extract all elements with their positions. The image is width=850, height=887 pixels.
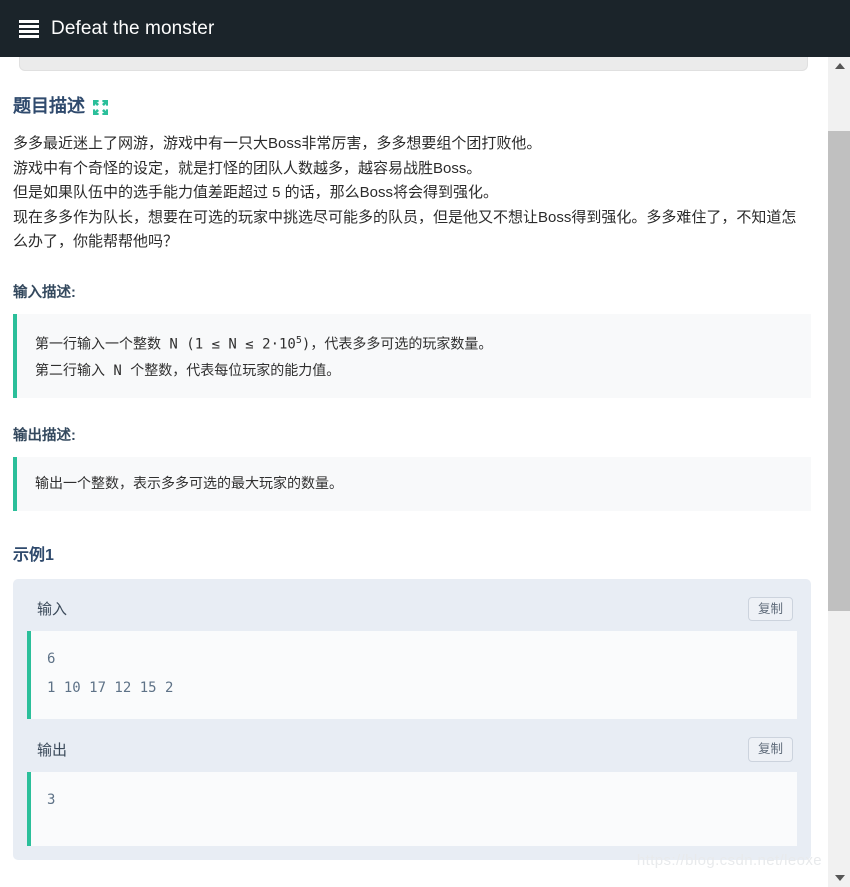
example-output-code-block: 3 <box>27 771 797 846</box>
example-divider <box>27 719 797 731</box>
vertical-scrollbar[interactable] <box>827 57 850 887</box>
input-description-line-2: 第二行输入 N 个整数，代表每位玩家的能力值。 <box>35 362 341 379</box>
example-input-label: 输入 <box>37 601 68 619</box>
input-desc-prefix: 第一行输入一个整数 N (1 ≤ N ≤ 2·10 <box>35 336 296 353</box>
example-input-row: 输入 复制 <box>27 591 797 632</box>
description-line: 游戏中有个奇怪的设定，就是打怪的团队人数越多，越容易战胜Boss。 <box>13 159 482 177</box>
example-input-code: 6 1 10 17 12 15 2 <box>47 651 174 697</box>
chevron-down-icon <box>834 875 845 881</box>
description-line: 多多最近迷上了网游，游戏中有一只大Boss非常厉害，多多想要组个团打败他。 <box>13 135 542 153</box>
previous-card-sliver <box>19 57 808 71</box>
description-line: 现在多多作为队长，想要在可选的玩家中挑选尽可能多的队员，但是他又不想让Boss得… <box>13 208 797 251</box>
app-header: Defeat the monster <box>0 0 850 57</box>
scroll-region: 题目描述 多多最近迷上了网游，游戏中有一只大Boss非常厉害，多多想要组个团打败… <box>0 57 850 887</box>
output-description-heading: 输出描述: <box>13 427 76 444</box>
input-description-box: 第一行输入一个整数 N (1 ≤ N ≤ 2·105)，代表多多可选的玩家数量。… <box>13 313 811 398</box>
description-heading: 题目描述 <box>13 95 811 118</box>
chevron-up-icon <box>834 63 845 69</box>
scroll-up-button[interactable] <box>828 57 850 75</box>
example-output-label: 输出 <box>37 741 68 759</box>
copy-output-button[interactable]: 复制 <box>747 737 793 762</box>
input-description-heading: 输入描述: <box>13 284 76 301</box>
problem-statement-page: Defeat the monster 题目描述 多多最近迷上了网游，游戏中有一只… <box>0 0 850 887</box>
problem-content: 题目描述 多多最近迷上了网游，游戏中有一只大Boss非常厉害，多多想要组个团打败… <box>0 57 827 887</box>
output-description-text: 输出一个整数，表示多多可选的最大玩家的数量。 <box>35 475 343 492</box>
output-description-box: 输出一个整数，表示多多可选的最大玩家的数量。 <box>13 456 811 511</box>
description-body: 多多最近迷上了网游，游戏中有一只大Boss非常厉害，多多想要组个团打败他。 游戏… <box>13 132 811 255</box>
scroll-down-button[interactable] <box>828 869 850 887</box>
input-desc-suffix: )，代表多多可选的玩家数量。 <box>301 336 493 353</box>
example-card: 输入 复制 6 1 10 17 12 15 2 输出 复制 3 <box>13 578 811 860</box>
description-heading-label: 题目描述 <box>13 96 85 116</box>
example-output-row: 输出 复制 <box>27 731 797 772</box>
page-title: Defeat the monster <box>51 17 215 39</box>
example-heading: 示例1 <box>13 546 54 564</box>
example-output-code: 3 <box>47 791 56 808</box>
input-description-line-1: 第一行输入一个整数 N (1 ≤ N ≤ 2·105)，代表多多可选的玩家数量。 <box>35 328 793 358</box>
example-input-code-block: 6 1 10 17 12 15 2 <box>27 631 797 720</box>
list-icon <box>19 20 39 38</box>
description-line: 但是如果队伍中的选手能力值差距超过 5 的话，那么Boss将会得到强化。 <box>13 184 499 202</box>
expand-arrows-icon[interactable] <box>93 100 108 116</box>
scrollbar-thumb[interactable] <box>828 131 850 611</box>
copy-input-button[interactable]: 复制 <box>747 596 793 622</box>
